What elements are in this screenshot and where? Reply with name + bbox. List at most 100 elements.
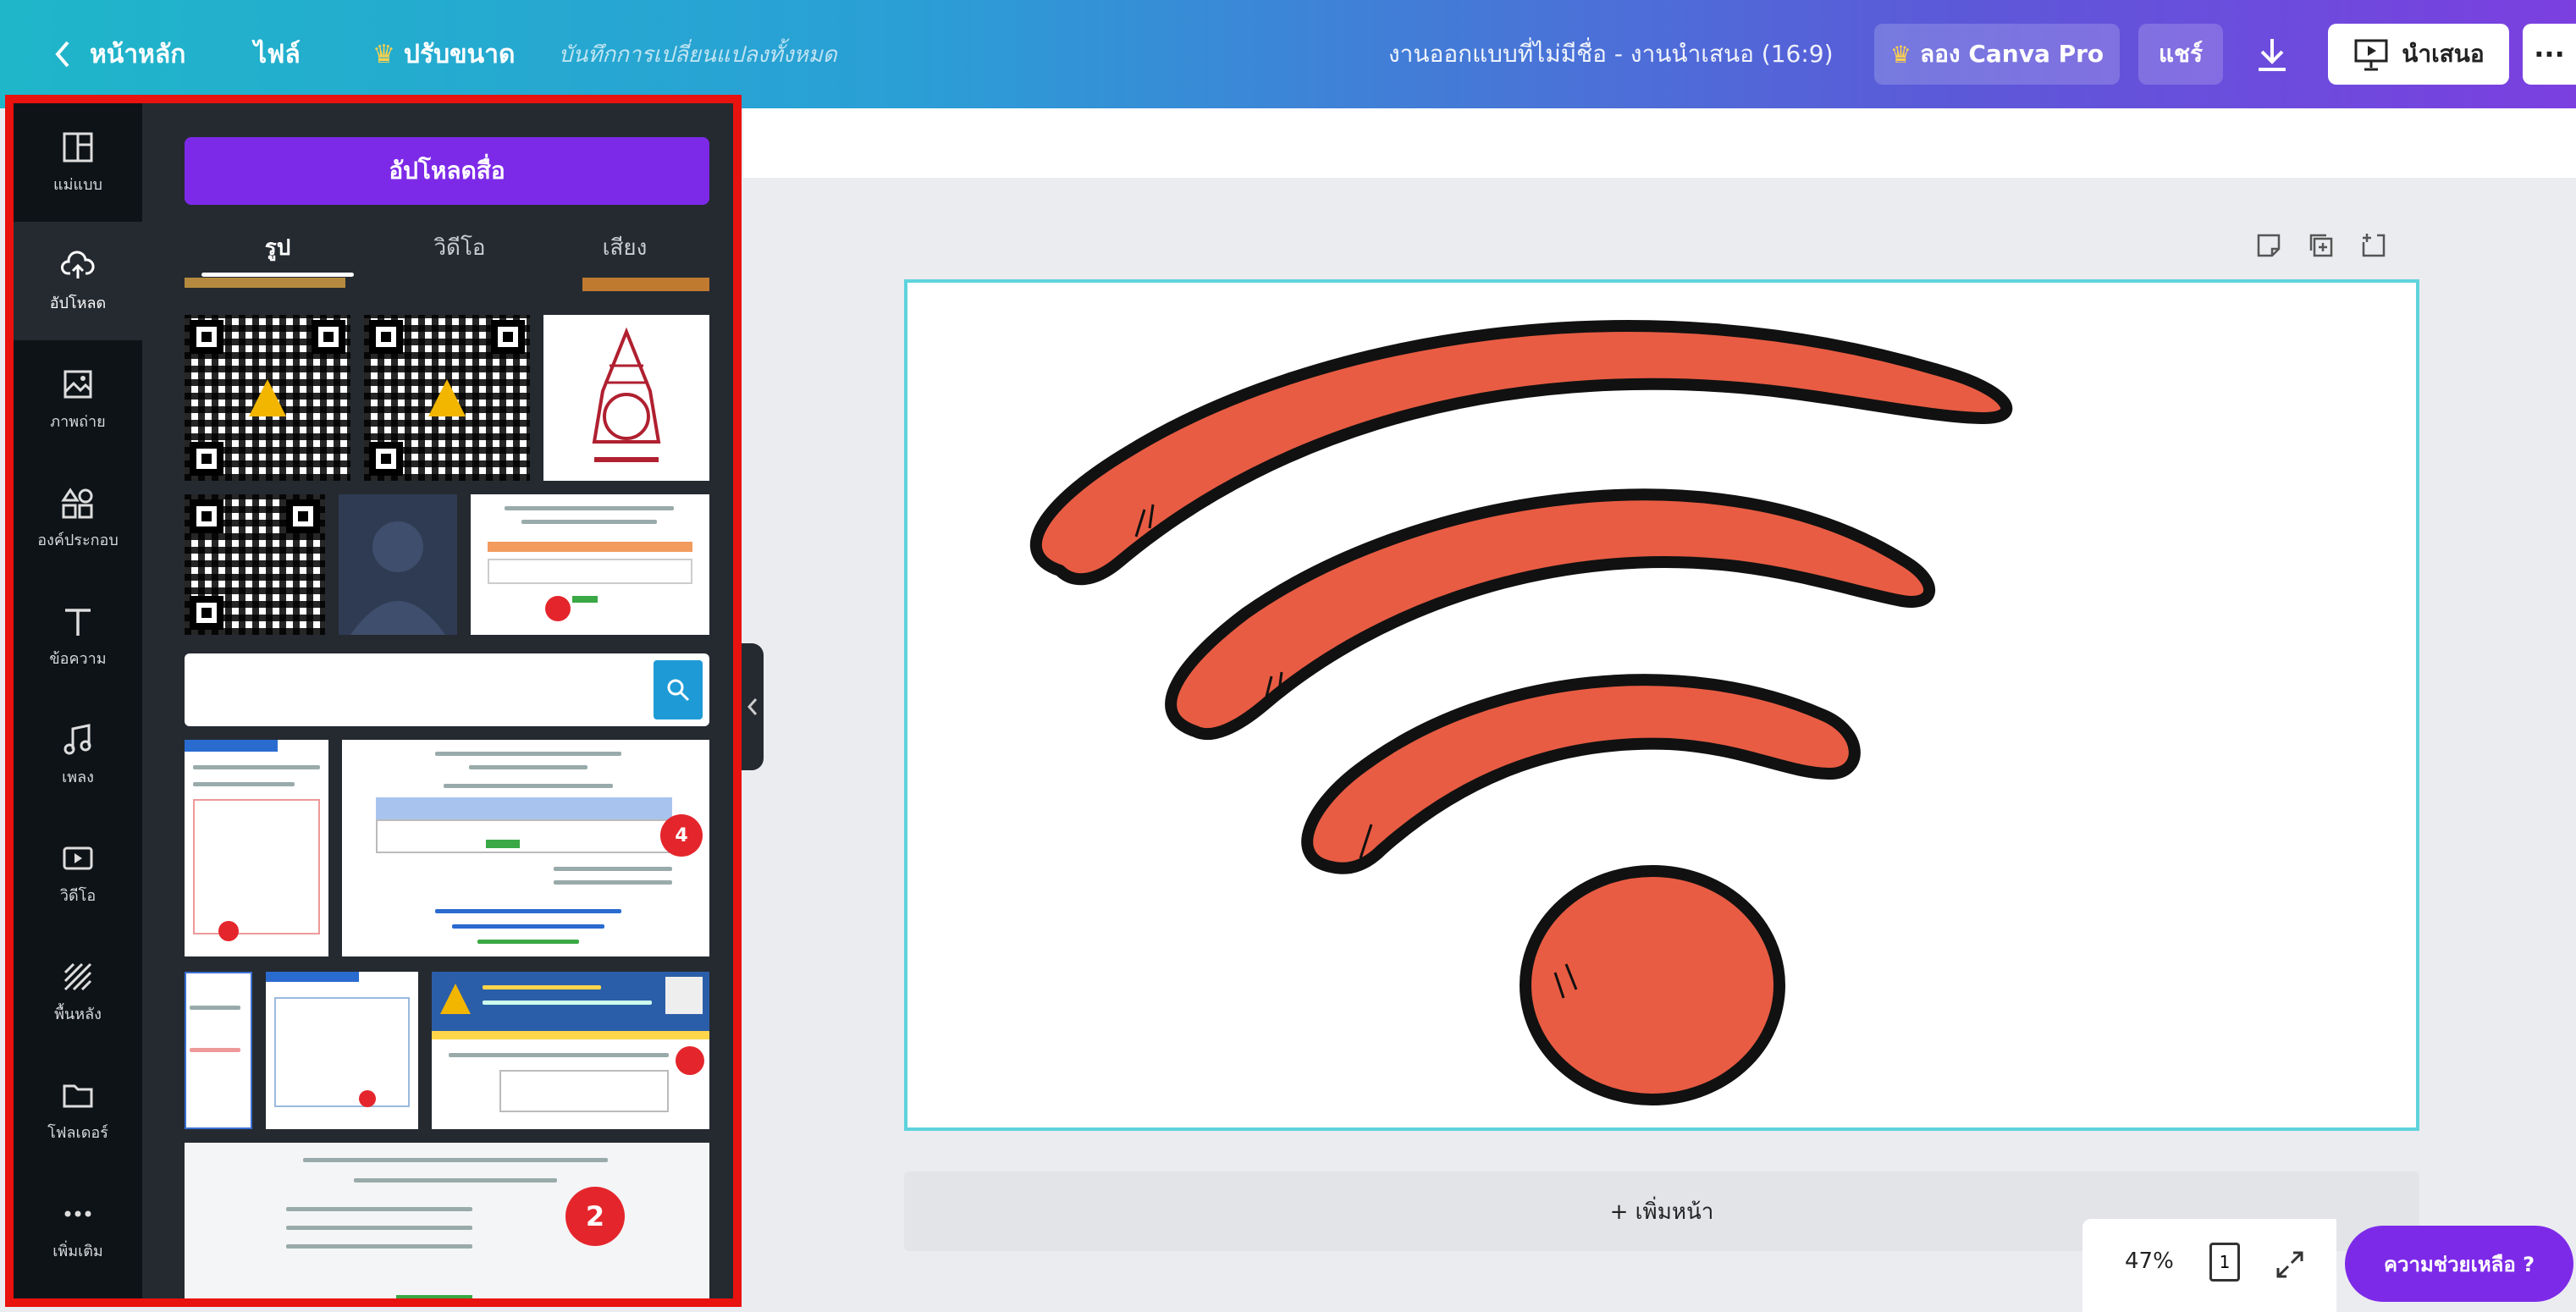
present-label: นำเสนอ <box>2402 40 2485 68</box>
tab-underline <box>201 273 354 277</box>
try-pro-label: ลอง Canva Pro <box>1919 40 2104 68</box>
rail-item-uploads[interactable]: อัปโหลด <box>14 222 142 340</box>
photo-icon <box>63 370 92 398</box>
media-search-input[interactable] <box>193 662 650 718</box>
rail-label: เพิ่มเติม <box>52 1242 103 1260</box>
bottom-controls: 47% 1 ความช่วยเหลือ ? <box>2082 1219 2576 1312</box>
resize-label: ปรับขนาด <box>403 39 516 69</box>
document-thumbnail[interactable] <box>185 972 252 1129</box>
file-label: ไฟล์ <box>254 39 301 69</box>
document-thumbnail[interactable] <box>432 972 709 1129</box>
resize-button[interactable]: ♛ ปรับขนาด <box>372 0 515 108</box>
try-canva-pro-button[interactable]: ♛ ลอง Canva Pro <box>1874 24 2120 85</box>
tab-videos[interactable]: วิดีโอ <box>383 222 536 273</box>
person-silhouette-icon <box>350 521 445 635</box>
upload-media-button[interactable]: อัปโหลดสื่อ <box>185 137 709 205</box>
note-icon[interactable] <box>2253 230 2284 261</box>
rail-label: โฟลเดอร์ <box>47 1123 108 1142</box>
add-page-icon[interactable] <box>2358 230 2389 261</box>
document-thumbnail[interactable]: 4 <box>342 740 709 956</box>
zoom-controls: 47% 1 <box>2082 1219 2336 1312</box>
elements-icon <box>61 487 93 518</box>
crown-icon: ♛ <box>1889 40 1911 69</box>
rail-label: วิดีโอ <box>59 886 97 905</box>
fullscreen-icon[interactable] <box>2273 1248 2307 1282</box>
qr-code-thumbnail[interactable] <box>185 494 325 635</box>
document-thumbnail[interactable] <box>266 972 418 1129</box>
search-icon <box>667 679 690 702</box>
qr-code-thumbnail[interactable] <box>185 315 350 481</box>
rail-item-video[interactable]: วิดีโอ <box>14 814 142 933</box>
rail-item-templates[interactable]: แม่แบบ <box>14 103 142 222</box>
rail-label: แม่แบบ <box>53 175 102 194</box>
save-status: บันทึกการเปลี่ยนแปลงทั้งหมด <box>559 41 837 68</box>
rail-label: พื้นหลัง <box>54 1005 102 1023</box>
rail-item-more[interactable]: เพิ่มเติม <box>14 1170 142 1288</box>
template-icon <box>63 132 93 162</box>
rail-item-folders[interactable]: โฟลเดอร์ <box>14 1051 142 1170</box>
more-icon <box>64 1210 91 1216</box>
document-thumbnail[interactable] <box>471 494 709 635</box>
file-menu[interactable]: ไฟล์ <box>254 0 301 108</box>
folder-icon <box>63 1084 93 1107</box>
home-label: หน้าหลัก <box>90 39 186 69</box>
logo-mark <box>249 379 286 416</box>
uploads-drawer: อัปโหลดสื่อ รูป วิดีโอ เสียง 4 2 <box>142 103 733 1298</box>
design-page[interactable] <box>904 279 2419 1131</box>
present-icon <box>2354 39 2388 71</box>
document-thumbnail[interactable] <box>185 740 328 956</box>
tab-audio[interactable]: เสียง <box>549 222 701 273</box>
home-button[interactable]: หน้าหลัก <box>51 0 185 108</box>
music-icon <box>63 723 91 754</box>
wifi-inner-arc <box>1301 674 1861 874</box>
canvas-toolbar <box>743 108 2576 178</box>
image-thumbnail[interactable] <box>582 278 709 291</box>
background-icon <box>63 962 92 990</box>
chevron-left-icon <box>55 41 69 68</box>
rail-item-elements[interactable]: องค์ประกอบ <box>14 459 142 577</box>
help-button[interactable]: ความช่วยเหลือ ? <box>2345 1226 2573 1302</box>
collapse-panel-handle[interactable] <box>742 643 764 770</box>
video-icon <box>63 846 93 869</box>
rail-label: เพลง <box>62 768 94 786</box>
duplicate-page-icon[interactable] <box>2306 230 2336 261</box>
page-tools <box>2253 230 2389 261</box>
text-icon <box>65 608 91 636</box>
wifi-illustration[interactable] <box>907 283 2416 1127</box>
search-button[interactable] <box>654 660 703 719</box>
step-badge: 2 <box>565 1187 625 1246</box>
logo-mark <box>428 379 466 416</box>
share-label: แชร์ <box>2158 40 2204 68</box>
side-panel: แม่แบบ อัปโหลด ภาพถ่าย องค์ประกอบ ข้อควา… <box>5 95 742 1307</box>
university-seal-icon <box>592 327 661 462</box>
download-icon <box>2259 39 2286 71</box>
seal-thumbnail[interactable] <box>543 315 709 481</box>
crown-icon: ♛ <box>372 39 395 69</box>
share-button[interactable]: แชร์ <box>2138 24 2223 85</box>
present-button[interactable]: นำเสนอ <box>2328 24 2509 85</box>
rail-label: องค์ประกอบ <box>37 531 119 549</box>
rail-label: อัปโหลด <box>49 294 107 312</box>
tab-images[interactable]: รูป <box>201 222 354 273</box>
download-button[interactable] <box>2238 24 2306 85</box>
qr-code-thumbnail[interactable] <box>364 315 530 481</box>
image-thumbnail[interactable] <box>185 278 345 288</box>
step-badge: 4 <box>660 814 703 857</box>
more-options-button[interactable]: ··· <box>2523 24 2576 85</box>
page-count-icon[interactable]: 1 <box>2209 1243 2240 1282</box>
rail-item-music[interactable]: เพลง <box>14 696 142 814</box>
rail-item-photos[interactable]: ภาพถ่าย <box>14 340 142 459</box>
document-title[interactable]: งานออกแบบที่ไม่มีชื่อ - งานนำเสนอ (16:9) <box>1388 0 1834 108</box>
upload-icon <box>61 251 95 278</box>
zoom-level[interactable]: 47% <box>2125 1249 2174 1274</box>
avatar-thumbnail[interactable] <box>339 494 457 635</box>
document-thumbnail[interactable]: 2 <box>185 1143 709 1298</box>
chevron-left-icon <box>747 698 758 715</box>
media-search-bar <box>185 653 709 726</box>
top-bar: หน้าหลัก ไฟล์ ♛ ปรับขนาด บันทึกการเปลี่ย… <box>0 0 2576 108</box>
wifi-dot <box>1520 865 1785 1105</box>
icon-rail: แม่แบบ อัปโหลด ภาพถ่าย องค์ประกอบ ข้อควา… <box>14 103 142 1298</box>
rail-item-text[interactable]: ข้อความ <box>14 577 142 696</box>
rail-item-background[interactable]: พื้นหลัง <box>14 933 142 1051</box>
rail-label: ภาพถ่าย <box>50 412 106 431</box>
